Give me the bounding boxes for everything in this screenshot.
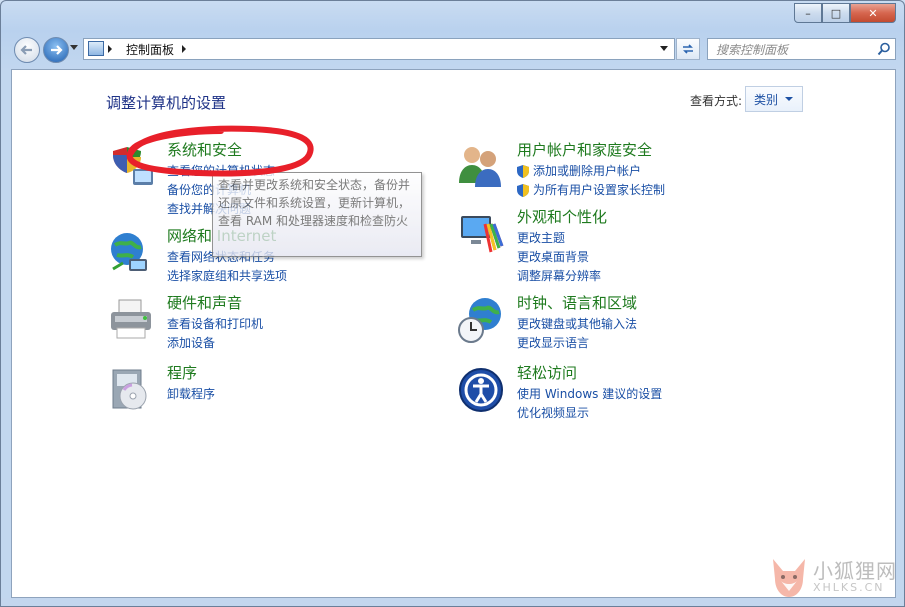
- view-by-dropdown[interactable]: 类别: [745, 86, 803, 112]
- printer-icon: [111, 299, 151, 339]
- programs-disc-icon: [112, 369, 147, 410]
- link-change-theme[interactable]: 更改主题: [517, 229, 565, 246]
- link-homegroup-sharing[interactable]: 选择家庭组和共享选项: [167, 267, 287, 284]
- category-title-programs[interactable]: 程序: [167, 362, 197, 383]
- watermark-text: 小狐狸网: [813, 559, 897, 583]
- tooltip-system-security: 查看并更改系统和安全状态，备份并还原文件和系统设置，更新计算机，查看 RAM 和…: [212, 172, 422, 257]
- search-box[interactable]: 搜索控制面板: [707, 38, 896, 60]
- close-button[interactable]: ✕: [850, 3, 896, 23]
- appearance-monitor-icon: [461, 216, 504, 253]
- ease-of-access-icon: [459, 368, 503, 412]
- search-icon[interactable]: [877, 42, 891, 56]
- link-change-keyboard[interactable]: 更改键盘或其他输入法: [517, 315, 637, 332]
- address-history-dropdown-icon[interactable]: [660, 46, 668, 51]
- link-view-devices-printers[interactable]: 查看设备和打印机: [167, 315, 263, 332]
- search-input[interactable]: 搜索控制面板: [716, 41, 788, 58]
- breadcrumb-chevron-icon[interactable]: [108, 45, 112, 53]
- address-bar[interactable]: 控制面板: [83, 38, 675, 60]
- uac-shield-icon: [517, 184, 529, 197]
- link-adjust-resolution[interactable]: 调整屏幕分辨率: [517, 267, 601, 284]
- category-title-ease-of-access[interactable]: 轻松访问: [517, 362, 577, 383]
- category-title-clock-language-region[interactable]: 时钟、语言和区域: [517, 292, 637, 313]
- minimize-button[interactable]: –: [794, 3, 822, 23]
- link-parental-controls[interactable]: 为所有用户设置家长控制: [533, 181, 665, 198]
- back-button[interactable]: [14, 37, 40, 63]
- control-panel-icon: [88, 41, 104, 56]
- link-change-display-language[interactable]: 更改显示语言: [517, 334, 589, 351]
- link-uninstall-program[interactable]: 卸载程序: [167, 385, 215, 402]
- category-title-hardware-sound[interactable]: 硬件和声音: [167, 292, 242, 313]
- refresh-icon: [683, 44, 693, 54]
- forward-button[interactable]: [43, 37, 69, 63]
- clock-globe-icon: [458, 298, 501, 343]
- navigation-bar: 控制面板 搜索控制面板: [1, 33, 904, 65]
- link-add-remove-user[interactable]: 添加或删除用户帐户: [533, 162, 641, 179]
- window-caption-buttons: – □ ✕: [794, 3, 896, 23]
- link-add-device[interactable]: 添加设备: [167, 334, 215, 351]
- fox-logo-icon: [773, 559, 805, 597]
- breadcrumb-chevron-icon[interactable]: [182, 45, 186, 53]
- link-change-desktop-background[interactable]: 更改桌面背景: [517, 248, 589, 265]
- network-globe-icon: [111, 233, 147, 271]
- chevron-down-icon: [785, 97, 793, 101]
- link-windows-recommended-settings[interactable]: 使用 Windows 建议的设置: [517, 385, 662, 402]
- view-by-label: 查看方式:: [690, 94, 743, 108]
- control-panel-window: – □ ✕ 控制面板 搜索控制面板 调整计算机的设置 查看方式: 类别 系统和安…: [0, 0, 905, 607]
- window-bottom-border: [1, 598, 904, 606]
- content-pane: 调整计算机的设置 查看方式: 类别 系统和安全 查看您的计算机状态 备份您的计算…: [11, 69, 896, 598]
- maximize-button[interactable]: □: [822, 3, 850, 23]
- recent-pages-dropdown[interactable]: [70, 45, 78, 50]
- users-icon: [459, 147, 501, 187]
- link-optimize-video-display[interactable]: 优化视频显示: [517, 404, 589, 421]
- site-watermark: 小狐狸网 XHLKS.CN: [769, 549, 899, 604]
- page-title: 调整计算机的设置: [106, 94, 227, 112]
- breadcrumb-control-panel[interactable]: 控制面板: [126, 41, 174, 58]
- back-arrow-icon: [20, 45, 32, 55]
- category-title-appearance[interactable]: 外观和个性化: [517, 206, 607, 227]
- uac-shield-icon: [517, 165, 529, 178]
- category-title-user-accounts[interactable]: 用户帐户和家庭安全: [517, 139, 652, 160]
- refresh-button[interactable]: [676, 38, 700, 60]
- system-security-icon: [113, 147, 153, 185]
- view-by-value: 类别: [754, 93, 779, 107]
- category-title-system-security[interactable]: 系统和安全: [167, 139, 242, 160]
- watermark-domain: XHLKS.CN: [813, 581, 885, 594]
- forward-arrow-icon: [51, 45, 63, 55]
